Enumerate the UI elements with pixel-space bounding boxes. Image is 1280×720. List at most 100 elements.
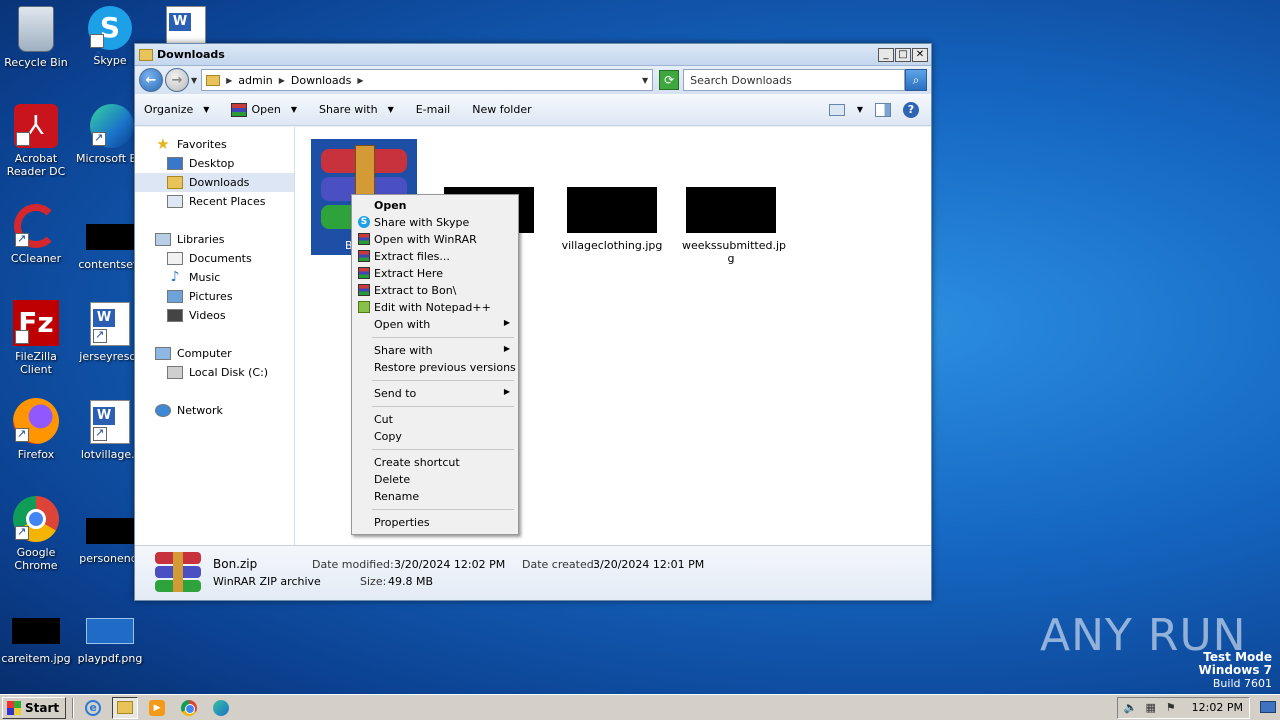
navigation-pane: ★ Favorites Desktop Downloads Recent Plac… xyxy=(135,127,295,545)
organize-button[interactable]: Organize ▼ xyxy=(141,99,212,120)
menu-item-restore-versions[interactable]: Restore previous versions xyxy=(354,359,516,376)
nav-recent-places[interactable]: Recent Places xyxy=(135,192,294,211)
show-desktop-button[interactable] xyxy=(1260,701,1276,713)
menu-item-send-to[interactable]: Send to ▶ xyxy=(354,385,516,402)
desktop-icon-playpdf[interactable]: playpdf.png xyxy=(72,606,148,665)
menu-item-extract-files[interactable]: Extract files... xyxy=(354,248,516,265)
menu-item-copy[interactable]: Copy xyxy=(354,428,516,445)
share-with-button[interactable]: Share with ▼ xyxy=(316,99,397,120)
clock[interactable]: 12:02 PM xyxy=(1192,701,1243,714)
nav-videos[interactable]: Videos xyxy=(135,306,294,325)
maximize-button[interactable]: □ xyxy=(895,47,911,62)
recent-places-icon xyxy=(167,195,183,208)
minimize-button[interactable]: _ xyxy=(878,47,894,62)
folder-icon xyxy=(117,701,134,714)
nav-music[interactable]: ♪ Music xyxy=(135,268,294,287)
documents-icon xyxy=(167,252,183,265)
chevron-right-icon: ▶ xyxy=(503,344,510,353)
context-menu: Open S Share with Skype Open with WinRAR … xyxy=(351,194,519,535)
file-item-villageclothing[interactable]: villageclothing.jpg xyxy=(559,187,665,252)
start-button[interactable]: Start xyxy=(2,696,67,719)
file-item-weekssubmitted[interactable]: weekssubmitted.jp g xyxy=(682,187,786,265)
chevron-down-icon: ▼ xyxy=(387,105,394,114)
title-bar[interactable]: Downloads _ □ ✕ xyxy=(135,44,931,66)
menu-item-create-shortcut[interactable]: Create shortcut xyxy=(354,454,516,471)
menu-item-cut[interactable]: Cut xyxy=(354,411,516,428)
back-button[interactable]: ← xyxy=(139,68,163,92)
action-center-flag-icon[interactable]: ⚑ xyxy=(1164,701,1178,715)
volume-icon[interactable]: 🔈 xyxy=(1124,701,1138,715)
desktop-icon-ccleaner[interactable]: CCleaner xyxy=(0,204,74,265)
taskbar-explorer[interactable] xyxy=(112,696,139,719)
help-icon[interactable]: ? xyxy=(903,101,919,118)
taskbar-chrome[interactable] xyxy=(176,697,202,719)
chevron-right-icon[interactable]: ▶ xyxy=(279,76,285,85)
menu-item-share-skype[interactable]: S Share with Skype xyxy=(354,214,516,231)
nav-computer[interactable]: Computer xyxy=(135,344,294,363)
menu-item-edit-notepadpp[interactable]: Edit with Notepad++ xyxy=(354,299,516,316)
winrar-icon xyxy=(231,102,248,117)
network-icon[interactable]: ▦ xyxy=(1144,701,1158,715)
desktop-icon-chrome[interactable]: Google Chrome xyxy=(0,496,74,572)
test-mode-watermark: Test Mode Windows 7 Build 7601 xyxy=(1198,650,1272,691)
nav-favorites[interactable]: ★ Favorites xyxy=(135,135,294,154)
desktop-icon-firefox[interactable]: Firefox xyxy=(0,398,74,461)
recycle-bin-icon xyxy=(18,6,54,52)
change-view-icon[interactable] xyxy=(828,103,845,116)
breadcrumb-downloads[interactable]: Downloads xyxy=(291,74,351,87)
chrome-icon xyxy=(13,496,59,542)
image-file-icon xyxy=(86,224,134,250)
chevron-down-icon: ▼ xyxy=(290,105,297,114)
menu-item-open-with[interactable]: Open with ▶ xyxy=(354,316,516,333)
chevron-right-icon[interactable]: ▶ xyxy=(357,76,363,85)
windows-logo-icon xyxy=(7,700,21,715)
menu-item-delete[interactable]: Delete xyxy=(354,471,516,488)
breadcrumb-admin[interactable]: admin xyxy=(238,74,272,87)
nav-pictures[interactable]: Pictures xyxy=(135,287,294,306)
menu-item-extract-here[interactable]: Extract Here xyxy=(354,265,516,282)
nav-network[interactable]: Network xyxy=(135,401,294,420)
nav-local-disk[interactable]: Local Disk (C:) xyxy=(135,363,294,382)
nav-libraries[interactable]: Libraries xyxy=(135,230,294,249)
close-button[interactable]: ✕ xyxy=(912,47,928,62)
nav-documents[interactable]: Documents xyxy=(135,249,294,268)
menu-item-properties[interactable]: Properties xyxy=(354,514,516,531)
preview-pane-icon[interactable] xyxy=(875,102,891,117)
music-icon: ♪ xyxy=(170,269,180,285)
winrar-archive-icon xyxy=(155,552,201,592)
desktop-icon-recycle-bin[interactable]: Recycle Bin xyxy=(0,6,74,69)
email-button[interactable]: E-mail xyxy=(413,99,454,120)
taskbar-media-player[interactable]: ▶ xyxy=(144,697,170,719)
firefox-icon xyxy=(13,398,59,444)
acrobat-icon: ⅄ xyxy=(14,104,58,175)
skype-icon: S xyxy=(358,216,370,228)
desktop-icon-acrobat[interactable]: ⅄ Acrobat Reader DC xyxy=(0,104,74,178)
search-input[interactable]: Search Downloads xyxy=(683,69,905,91)
winrar-icon xyxy=(358,233,370,245)
details-pane: Bon.zip WinRAR ZIP archive Date modified… xyxy=(135,545,931,600)
taskbar-internet-explorer[interactable]: e xyxy=(80,697,106,719)
new-folder-button[interactable]: New folder xyxy=(469,99,534,120)
menu-item-open-winrar[interactable]: Open with WinRAR xyxy=(354,231,516,248)
nav-downloads[interactable]: Downloads xyxy=(135,173,294,192)
desktop-icon-filezilla[interactable]: Fz FileZilla Client xyxy=(0,300,74,376)
refresh-button[interactable]: ⟳ xyxy=(659,70,680,90)
menu-item-open[interactable]: Open xyxy=(354,197,516,214)
search-icon[interactable]: ⌕ xyxy=(905,69,927,91)
open-button[interactable]: Open ▼ xyxy=(228,99,300,121)
menu-item-share-with[interactable]: Share with ▶ xyxy=(354,342,516,359)
forward-button[interactable]: → xyxy=(164,68,189,92)
folder-icon xyxy=(206,74,221,86)
chevron-right-icon[interactable]: ▶ xyxy=(226,76,232,85)
chevron-down-icon[interactable]: ▼ xyxy=(857,105,863,114)
menu-item-extract-to[interactable]: Extract to Bon\ xyxy=(354,282,516,299)
nav-desktop[interactable]: Desktop xyxy=(135,154,294,173)
address-bar[interactable]: ▶ admin ▶ Downloads ▶ ▼ xyxy=(201,69,654,91)
recent-pages-chevron-icon[interactable]: ▼ xyxy=(191,76,197,85)
menu-item-rename[interactable]: Rename xyxy=(354,488,516,505)
chevron-right-icon: ▶ xyxy=(503,318,510,327)
desktop-icon-careitem[interactable]: careitem.jpg xyxy=(0,606,74,665)
details-filename: Bon.zip xyxy=(213,557,258,571)
taskbar-edge[interactable] xyxy=(208,697,234,719)
address-dropdown-icon[interactable]: ▼ xyxy=(642,76,648,85)
